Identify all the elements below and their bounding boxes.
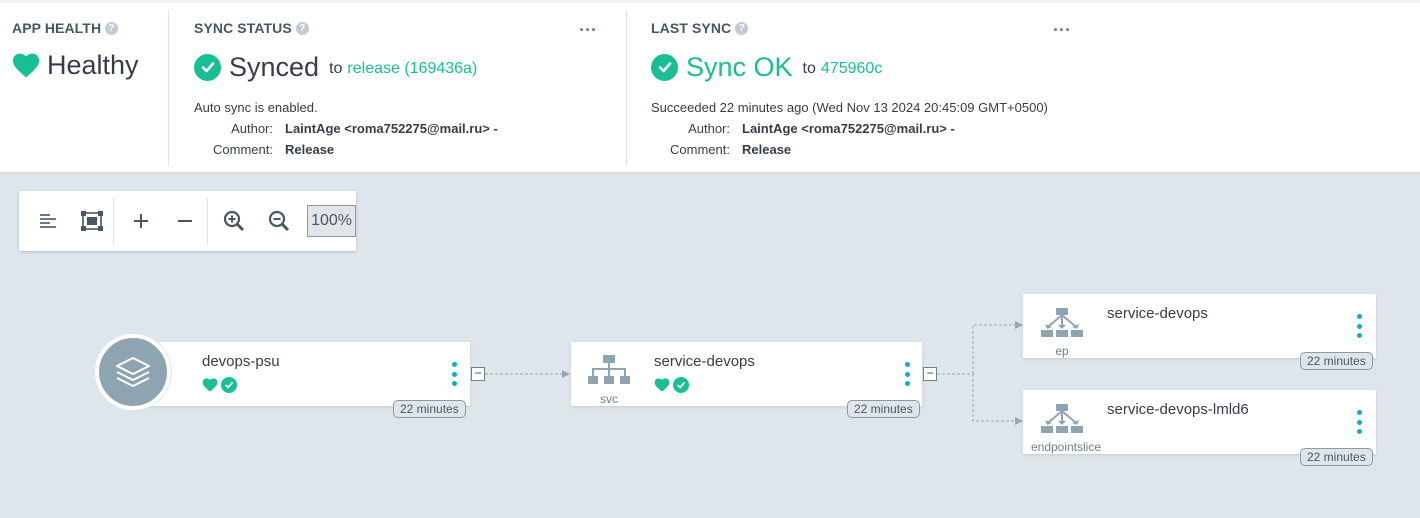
service-node-kind: svc [600,392,618,406]
service-node-status [654,377,689,393]
heart-icon [654,378,670,392]
app-node-name: devops-psu [202,353,280,370]
endpoints-icon [1041,308,1083,337]
app-node-status [202,377,237,393]
network-icon [588,355,630,384]
endpointslice-node[interactable]: endpointslice service-devops-lmld6 22 mi… [1023,390,1376,466]
app-node[interactable]: devops-psu 22 minutes [131,342,470,418]
app-node-menu-button[interactable] [449,362,459,386]
heart-icon [202,378,218,392]
endpointslice-node-age: 22 minutes [1300,448,1373,466]
app-node-age: 22 minutes [393,400,466,418]
service-node-age: 22 minutes [847,400,920,418]
endpoints-node-name: service-devops [1107,305,1208,322]
endpoints-node-age: 22 minutes [1300,352,1373,370]
check-circle-icon [673,377,689,393]
check-circle-icon [221,377,237,393]
app-node-collapse-button[interactable]: − [471,367,485,381]
endpoints-node-menu-button[interactable] [1354,314,1364,338]
endpoints-node[interactable]: ep service-devops 22 minutes [1023,294,1376,370]
service-node-name: service-devops [654,353,755,370]
service-node[interactable]: svc service-devops 22 minutes [571,342,922,418]
service-node-menu-button[interactable] [902,362,912,386]
endpoints-node-kind: ep [1055,344,1069,358]
endpointslice-node-name: service-devops-lmld6 [1107,401,1249,418]
endpointslice-node-kind: endpointslice [1030,440,1102,454]
layers-icon [116,357,150,387]
endpointslice-node-menu-button[interactable] [1354,410,1364,434]
endpointslice-icon [1041,404,1083,433]
service-node-collapse-button[interactable]: − [923,367,937,381]
app-node-icon-circle [95,334,171,410]
